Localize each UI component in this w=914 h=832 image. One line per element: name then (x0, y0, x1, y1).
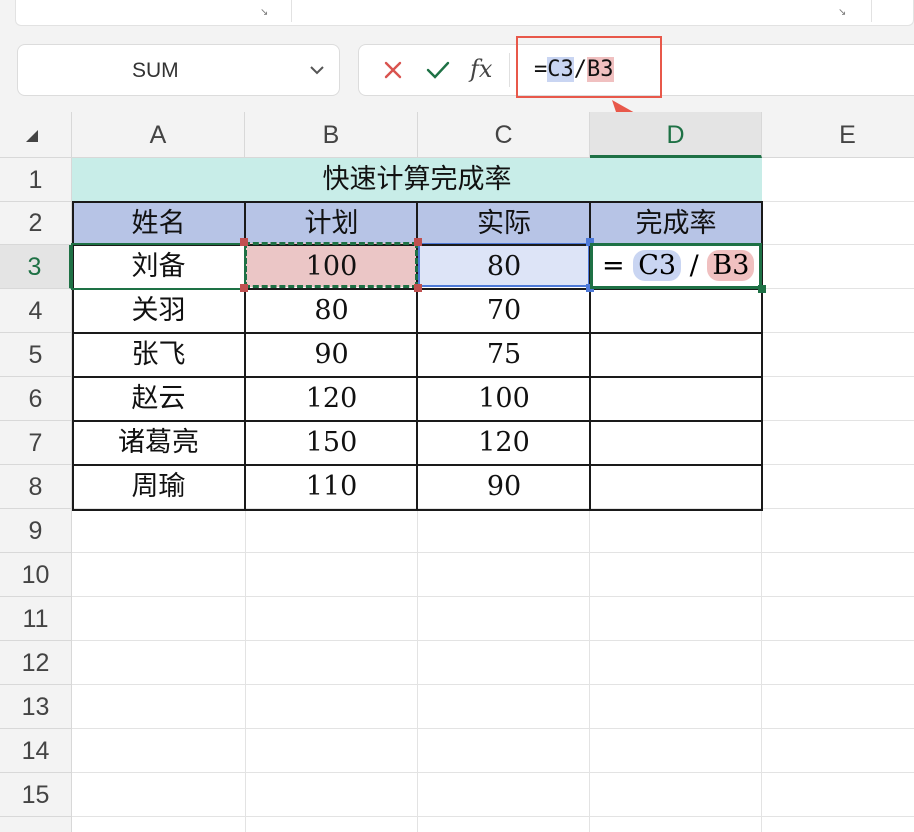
ribbon-strip: ↘ ↘ (15, 0, 914, 26)
table-cell-rate[interactable] (590, 465, 762, 509)
table-cell-plan[interactable]: 110 (245, 465, 418, 509)
row-header-16[interactable] (0, 817, 72, 832)
row-header-6[interactable]: 6 (0, 377, 72, 421)
column-header-b[interactable]: B (245, 112, 418, 158)
table-cell-plan[interactable]: 80 (245, 289, 418, 333)
table-cell-rate[interactable] (590, 421, 762, 465)
ribbon-separator (291, 0, 292, 22)
table-cell-rate[interactable] (590, 333, 762, 377)
table-cell-rate[interactable] (590, 377, 762, 421)
table-cell-actual[interactable]: 90 (418, 465, 590, 509)
table-cell-actual[interactable]: 100 (418, 377, 590, 421)
gridline (72, 816, 914, 817)
select-all-corner[interactable] (0, 112, 72, 158)
ref-handle[interactable] (414, 284, 422, 292)
table-cell-name[interactable]: 诸葛亮 (72, 421, 245, 465)
formula-operator: / (573, 57, 587, 82)
header-cell-rate[interactable]: 完成率 (590, 202, 762, 245)
row-header-7[interactable]: 7 (0, 421, 72, 465)
ref-handle[interactable] (414, 238, 422, 246)
table-title[interactable]: 快速计算完成率 (72, 158, 762, 202)
header-cell-plan[interactable]: 计划 (245, 202, 418, 245)
column-header-d[interactable]: D (590, 112, 762, 158)
gridline (72, 684, 914, 685)
row-header-9[interactable]: 9 (0, 509, 72, 553)
table-cell-rate[interactable] (590, 289, 762, 333)
cancel-icon[interactable] (382, 59, 404, 81)
formula-ref-b3: B3 (587, 57, 614, 82)
table-cell-plan[interactable]: 120 (245, 377, 418, 421)
name-box-value: SUM (132, 59, 179, 82)
table-cell-actual[interactable]: 120 (418, 421, 590, 465)
gridline (72, 728, 914, 729)
table-cell-plan[interactable]: 150 (245, 421, 418, 465)
formula-ref-c3: C3 (547, 57, 574, 82)
table-cell-name[interactable]: 周瑜 (72, 465, 245, 509)
insert-function-icon[interactable]: fx (470, 55, 492, 83)
gridline (72, 596, 914, 597)
row-header-11[interactable]: 11 (0, 597, 72, 641)
column-header-c[interactable]: C (418, 112, 590, 158)
row-header-15[interactable]: 15 (0, 773, 72, 817)
formula-bar: fx =C3/B3 (358, 44, 914, 96)
name-box[interactable]: SUM (17, 44, 340, 96)
ref-handle[interactable] (240, 238, 248, 246)
enter-check-icon[interactable] (425, 59, 451, 81)
row-header-13[interactable]: 13 (0, 685, 72, 729)
table-cell-plan[interactable]: 90 (245, 333, 418, 377)
gridline (72, 772, 914, 773)
gridline (72, 640, 914, 641)
table-cell-actual[interactable]: 70 (418, 289, 590, 333)
row-header-12[interactable]: 12 (0, 641, 72, 685)
row-header-2[interactable]: 2 (0, 202, 72, 245)
active-cell-d3[interactable]: = C3 / B3 (590, 243, 762, 289)
row-header-8[interactable]: 8 (0, 465, 72, 509)
formula-eq: = (534, 57, 548, 82)
chevron-down-icon[interactable] (309, 64, 325, 76)
table-cell-actual[interactable]: 75 (418, 333, 590, 377)
cell-formula-operator: / (689, 250, 699, 281)
row-header-10[interactable]: 10 (0, 553, 72, 597)
row-selection-outline (71, 243, 246, 290)
row-header-3[interactable]: 3 (0, 245, 72, 289)
row-header-4[interactable]: 4 (0, 289, 72, 333)
table-cell-name[interactable]: 关羽 (72, 289, 245, 333)
cell-formula-ref-c3: C3 (633, 250, 682, 281)
fill-handle[interactable] (758, 285, 766, 293)
ref-handle[interactable] (240, 284, 248, 292)
cell-edit-formula[interactable]: = C3 / B3 (602, 250, 755, 281)
select-all-icon[interactable] (26, 130, 38, 142)
table-border (72, 420, 763, 422)
table-cell-name[interactable]: 张飞 (72, 333, 245, 377)
row-header-5[interactable]: 5 (0, 333, 72, 377)
table-cell-plan[interactable]: 100 (245, 245, 418, 289)
table-cell-name[interactable]: 赵云 (72, 377, 245, 421)
column-header-a[interactable]: A (72, 112, 245, 158)
table-cell-actual[interactable]: 80 (418, 245, 590, 289)
dialog-launcher-icon[interactable]: ↘ (838, 8, 846, 18)
row-header-14[interactable]: 14 (0, 729, 72, 773)
row-header-1[interactable]: 1 (0, 158, 72, 202)
gridline (72, 552, 914, 553)
table-border (72, 464, 763, 466)
table-border (72, 376, 763, 378)
header-cell-actual[interactable]: 实际 (418, 202, 590, 245)
cell-formula-eq: = (602, 250, 625, 281)
formula-input[interactable]: =C3/B3 (534, 57, 614, 83)
cell-formula-ref-b3: B3 (707, 250, 755, 281)
dialog-launcher-icon[interactable]: ↘ (260, 8, 268, 18)
table-border (72, 332, 763, 334)
spreadsheet-grid: A B C D E 1 2 3 4 5 6 7 8 9 10 11 12 13 … (0, 112, 914, 832)
header-cell-name[interactable]: 姓名 (72, 202, 245, 245)
column-header-e[interactable]: E (762, 112, 914, 158)
ribbon-separator (871, 0, 872, 22)
formula-divider (509, 53, 510, 87)
